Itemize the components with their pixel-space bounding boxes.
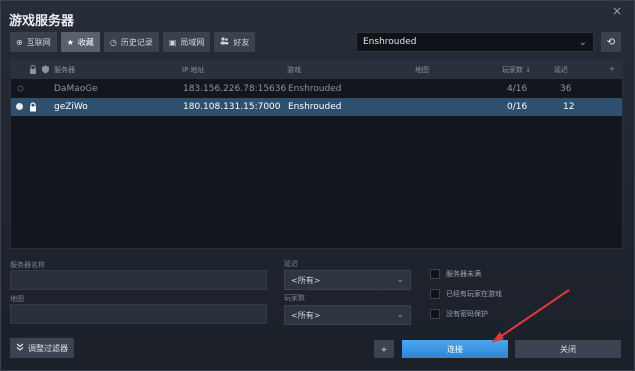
server-ip: 180.108.131.15:7000 xyxy=(183,102,281,112)
friends-icon xyxy=(220,37,229,47)
lan-icon: ▣ xyxy=(168,37,177,47)
latency-filter-value: <所有> xyxy=(291,275,321,285)
server-browser-window: 游戏服务器 × ⊕ 互联网 ★ 收藏 ◷ 历史记录 ▣ 局域网 好友 Enshr… xyxy=(0,0,635,371)
close-button[interactable]: 关闭 xyxy=(515,340,621,358)
has-players-checkbox[interactable]: 已经有玩家在游戏 xyxy=(430,289,502,299)
server-name-filter-label: 服务器名称 xyxy=(10,261,45,269)
game-filter-select[interactable]: Enshrouded ⌄ xyxy=(356,32,594,52)
players-filter-select[interactable]: <所有> ⌄ xyxy=(284,305,411,325)
checkbox-label: 没有密码保护 xyxy=(446,310,488,318)
close-icon[interactable]: × xyxy=(612,5,622,17)
chevron-double-down-icon xyxy=(16,343,24,353)
tab-favorites[interactable]: ★ 收藏 xyxy=(60,32,100,52)
add-server-button[interactable]: + xyxy=(374,340,394,358)
table-row[interactable]: DaMaoGe 183.156.226.78:15636 Enshrouded … xyxy=(11,80,622,98)
tab-history[interactable]: ◷ 历史记录 xyxy=(103,32,159,52)
adjust-filters-button[interactable]: 调整过滤器 xyxy=(10,338,74,358)
table-header: 服务器 IP 地址 游戏 地图 玩家数 ↓ 延迟 + xyxy=(11,60,622,79)
table-row[interactable]: geZiWo 180.108.131.15:7000 Enshrouded 0/… xyxy=(11,98,622,116)
checkbox-box[interactable] xyxy=(430,289,440,299)
chevron-down-icon: ⌄ xyxy=(578,36,587,48)
favorite-marker-icon xyxy=(15,102,24,114)
tab-label: 好友 xyxy=(233,37,250,47)
checkbox-box[interactable] xyxy=(430,309,440,319)
server-players: 4/16 xyxy=(507,84,528,94)
tab-friends[interactable]: 好友 xyxy=(214,32,256,52)
window-title: 游戏服务器 xyxy=(9,14,75,29)
checkbox-box[interactable] xyxy=(430,269,440,279)
column-latency[interactable]: 延迟 xyxy=(554,65,568,75)
checkbox-label: 服务器未满 xyxy=(446,270,481,278)
map-filter-input[interactable] xyxy=(10,304,267,324)
column-ip[interactable]: IP 地址 xyxy=(182,65,205,75)
no-password-checkbox[interactable]: 没有密码保护 xyxy=(430,309,488,319)
favorite-marker-icon xyxy=(17,85,24,95)
clock-icon: ◷ xyxy=(109,37,117,47)
server-game: Enshrouded xyxy=(288,84,342,94)
server-name-filter-input[interactable] xyxy=(10,270,267,290)
chevron-down-icon: ⌄ xyxy=(396,275,404,285)
column-game[interactable]: 游戏 xyxy=(287,65,301,75)
add-column-button[interactable]: + xyxy=(609,65,615,73)
server-ip: 183.156.226.78:15636 xyxy=(183,84,287,94)
checkbox-label: 已经有玩家在游戏 xyxy=(446,290,502,298)
tab-bar: ⊕ 互联网 ★ 收藏 ◷ 历史记录 ▣ 局域网 好友 xyxy=(10,32,256,52)
shield-column-icon[interactable] xyxy=(41,65,50,76)
server-name: DaMaoGe xyxy=(54,84,98,94)
tab-label: 互联网 xyxy=(26,37,51,47)
lock-column-icon[interactable] xyxy=(29,65,37,76)
connect-button[interactable]: 连接 xyxy=(402,340,508,358)
tab-internet[interactable]: ⊕ 互联网 xyxy=(10,32,57,52)
column-map[interactable]: 地图 xyxy=(415,65,429,75)
players-filter-value: <所有> xyxy=(291,310,321,320)
server-latency: 12 xyxy=(563,102,575,112)
server-game: Enshrouded xyxy=(288,102,342,112)
players-filter-label: 玩家数 xyxy=(284,294,305,302)
server-name: geZiWo xyxy=(54,102,88,112)
server-table: 服务器 IP 地址 游戏 地图 玩家数 ↓ 延迟 + DaMaoGe 183.1… xyxy=(10,59,623,249)
adjust-filters-label: 调整过滤器 xyxy=(28,343,68,353)
chevron-down-icon: ⌄ xyxy=(396,310,404,320)
tab-lan[interactable]: ▣ 局域网 xyxy=(162,32,211,52)
tab-label: 收藏 xyxy=(77,37,94,47)
refresh-button[interactable]: ⟲ xyxy=(601,32,621,52)
server-players: 0/16 xyxy=(507,102,528,112)
globe-icon: ⊕ xyxy=(16,37,23,47)
latency-filter-label: 延迟 xyxy=(284,260,298,268)
game-filter-value: Enshrouded xyxy=(363,37,417,47)
column-server[interactable]: 服务器 xyxy=(54,65,75,75)
lock-icon xyxy=(29,102,37,115)
not-full-checkbox[interactable]: 服务器未满 xyxy=(430,269,481,279)
star-icon: ★ xyxy=(66,37,74,47)
column-players[interactable]: 玩家数 ↓ xyxy=(502,65,531,75)
map-filter-label: 地图 xyxy=(10,295,24,303)
server-latency: 36 xyxy=(560,84,572,94)
tab-label: 历史记录 xyxy=(120,37,153,47)
latency-filter-select[interactable]: <所有> ⌄ xyxy=(284,270,411,290)
refresh-icon: ⟲ xyxy=(606,36,616,48)
tab-label: 局域网 xyxy=(180,37,205,47)
